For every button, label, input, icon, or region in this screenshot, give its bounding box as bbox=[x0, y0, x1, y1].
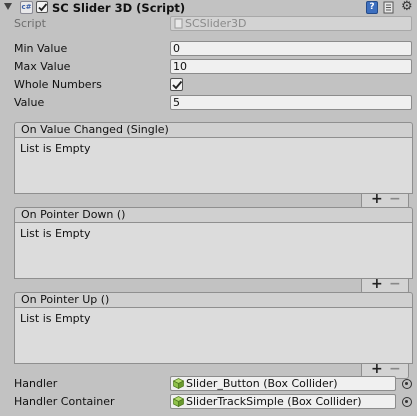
add-listener-button[interactable]: + bbox=[371, 277, 383, 292]
script-icon: c# bbox=[20, 1, 33, 14]
value-label: Value bbox=[14, 96, 45, 109]
help-icon[interactable]: ? bbox=[366, 1, 378, 14]
checkmark-icon bbox=[38, 3, 48, 12]
script-label: Script bbox=[14, 17, 46, 30]
script-file-icon bbox=[174, 18, 183, 29]
gear-icon[interactable]: ⚙ bbox=[401, 0, 415, 14]
handler-container-object-field[interactable]: SliderTrackSimple (Box Collider) bbox=[170, 394, 396, 409]
add-listener-button[interactable]: + bbox=[371, 192, 383, 207]
event-list-body: List is Empty bbox=[14, 138, 413, 194]
whole-numbers-label: Whole Numbers bbox=[14, 78, 102, 91]
handler-container-row: Handler Container bbox=[14, 394, 115, 410]
script-row: Script bbox=[14, 16, 46, 32]
foldout-arrow-icon[interactable] bbox=[4, 3, 12, 10]
handler-value: Slider_Button (Box Collider) bbox=[186, 377, 338, 390]
script-value: SCSlider3D bbox=[185, 17, 247, 30]
handler-object-field[interactable]: Slider_Button (Box Collider) bbox=[170, 376, 396, 391]
list-empty-text: List is Empty bbox=[20, 312, 91, 325]
on-pointer-up-event: On Pointer Up () List is Empty + − bbox=[14, 292, 413, 379]
component-header: c# SC Slider 3D (Script) ? ⚙ bbox=[0, 0, 417, 16]
remove-listener-button[interactable]: − bbox=[389, 192, 401, 207]
whole-numbers-checkbox[interactable] bbox=[170, 78, 183, 91]
whole-numbers-row: Whole Numbers bbox=[14, 77, 102, 93]
value-row: Value bbox=[14, 95, 44, 111]
max-value-field[interactable]: 10 bbox=[170, 59, 412, 74]
remove-listener-button[interactable]: − bbox=[389, 277, 401, 292]
box-collider-icon bbox=[173, 378, 184, 389]
handler-row: Handler bbox=[14, 376, 57, 392]
component-enabled-checkbox[interactable] bbox=[36, 1, 48, 13]
event-title: On Value Changed (Single) bbox=[14, 122, 413, 138]
add-listener-button[interactable]: + bbox=[371, 362, 383, 377]
list-empty-text: List is Empty bbox=[20, 142, 91, 155]
value-field[interactable]: 5 bbox=[170, 95, 412, 110]
max-value-label: Max Value bbox=[14, 60, 71, 73]
event-title: On Pointer Up () bbox=[14, 292, 413, 308]
box-collider-icon bbox=[173, 396, 184, 407]
max-value-row: Max Value bbox=[14, 59, 70, 75]
object-picker-icon[interactable] bbox=[402, 397, 412, 407]
handler-container-value: SliderTrackSimple (Box Collider) bbox=[186, 395, 362, 408]
remove-listener-button[interactable]: − bbox=[389, 362, 401, 377]
min-value-field[interactable]: 0 bbox=[170, 41, 412, 56]
on-pointer-down-event: On Pointer Down () List is Empty + − bbox=[14, 207, 413, 294]
object-picker-icon[interactable] bbox=[402, 379, 412, 389]
list-empty-text: List is Empty bbox=[20, 227, 91, 240]
checkmark-icon bbox=[172, 80, 183, 90]
handler-container-label: Handler Container bbox=[14, 395, 115, 408]
event-list-body: List is Empty bbox=[14, 308, 413, 364]
handler-label: Handler bbox=[14, 377, 58, 390]
min-value-row: Min Value bbox=[14, 41, 67, 57]
event-title: On Pointer Down () bbox=[14, 207, 413, 223]
script-field: SCSlider3D bbox=[170, 16, 412, 31]
component-title: SC Slider 3D (Script) bbox=[52, 1, 186, 15]
preset-icon[interactable] bbox=[383, 1, 395, 14]
min-value-label: Min Value bbox=[14, 42, 68, 55]
on-value-changed-event: On Value Changed (Single) List is Empty … bbox=[14, 122, 413, 209]
event-list-body: List is Empty bbox=[14, 223, 413, 279]
